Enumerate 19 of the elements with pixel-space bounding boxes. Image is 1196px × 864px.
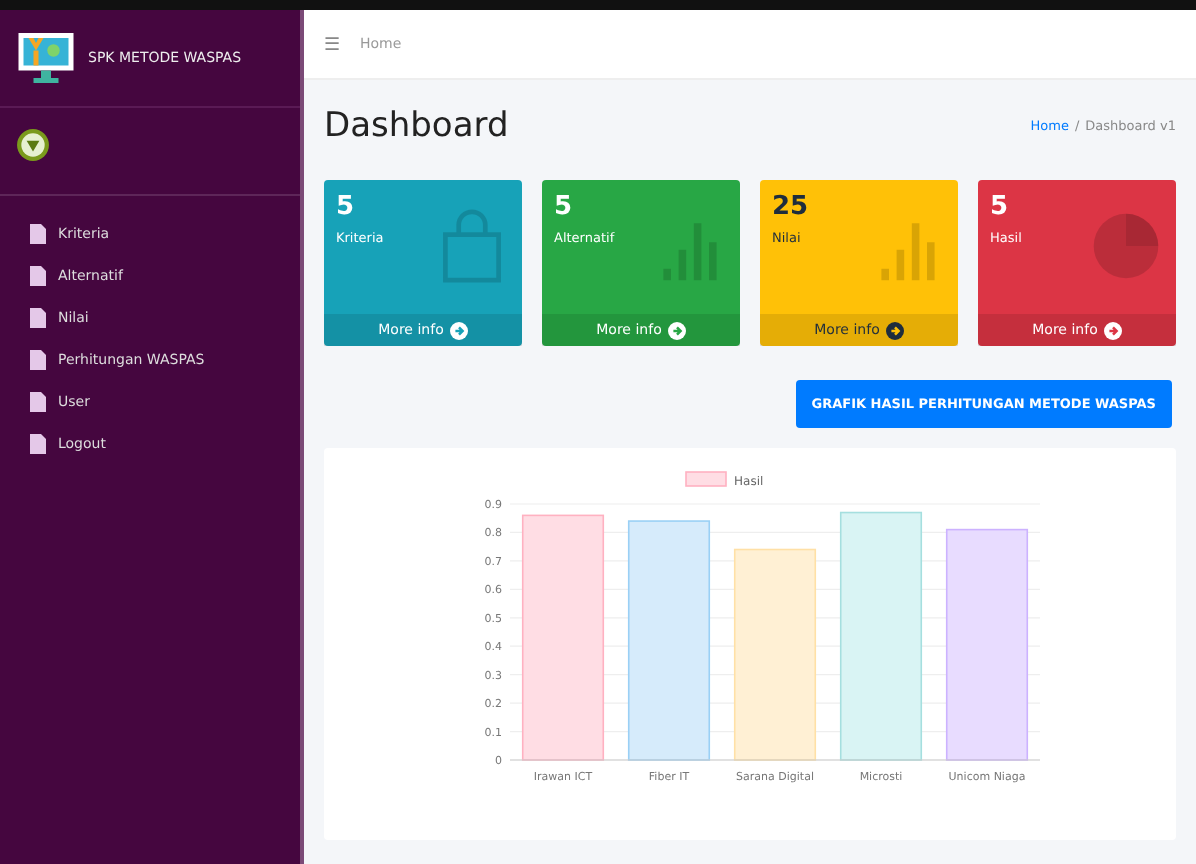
stat-count: 25 — [772, 192, 809, 222]
file-icon — [30, 392, 46, 412]
arrow-circle-icon — [667, 321, 686, 339]
file-icon — [30, 224, 46, 244]
user-avatar-icon — [16, 128, 50, 162]
arrow-circle-icon — [1103, 321, 1122, 339]
arrow-circle-icon — [449, 321, 468, 339]
page-title: Dashboard — [324, 106, 509, 146]
file-icon — [30, 434, 46, 454]
pie-chart-icon — [1088, 208, 1164, 284]
stat-count: 5 — [554, 192, 575, 222]
file-icon — [30, 266, 46, 286]
monitor-logo-icon — [16, 30, 76, 86]
arrow-circle-icon — [885, 321, 904, 339]
file-icon — [30, 308, 46, 328]
stat-count: 5 — [990, 192, 1011, 222]
stat-count: 5 — [336, 192, 357, 222]
menu-button[interactable]: ☰ — [324, 34, 340, 54]
file-icon — [30, 350, 46, 370]
